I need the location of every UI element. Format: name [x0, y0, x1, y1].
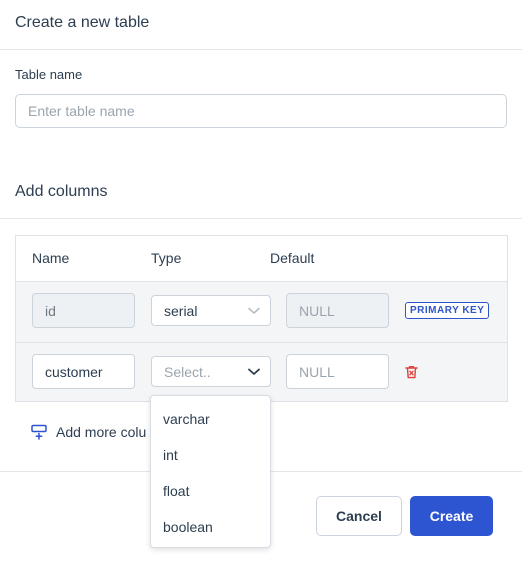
primary-key-badge: PRIMARY KEY [405, 302, 490, 319]
column-default-field: NULL [286, 293, 389, 328]
chevron-down-icon [248, 368, 260, 375]
delete-column-button[interactable] [405, 365, 418, 384]
column-type-select: serial [151, 295, 271, 326]
add-columns-title: Add columns [15, 183, 108, 200]
column-name-field[interactable]: customer [32, 354, 135, 389]
create-button[interactable]: Create [410, 496, 493, 536]
dropdown-option-boolean[interactable]: boolean [151, 509, 270, 545]
column-header-default: Default [270, 250, 315, 266]
dropdown-option-int[interactable]: int [151, 437, 270, 473]
column-default-field[interactable]: NULL [286, 354, 389, 389]
dropdown-option-float[interactable]: float [151, 473, 270, 509]
type-dropdown-menu: varchar int float boolean [150, 395, 271, 548]
dialog-title: Create a new table [15, 14, 150, 31]
column-header-name: Name [32, 250, 70, 266]
columns-grid-header [16, 236, 507, 282]
columns-grid: Name Type Default id serial NULL PRIMARY… [15, 235, 508, 402]
add-row-icon [31, 424, 47, 440]
column-header-type: Type [151, 250, 182, 266]
table-name-input[interactable] [15, 94, 507, 128]
add-more-columns-button[interactable]: Add more colu [31, 424, 146, 440]
header-divider [0, 49, 522, 50]
column-name-field: id [32, 293, 135, 328]
row-divider [16, 342, 507, 343]
trash-icon [405, 365, 418, 379]
column-type-select[interactable]: Select.. [151, 356, 271, 387]
section-divider [0, 218, 522, 219]
column-type-value: serial [164, 302, 198, 319]
chevron-down-icon [248, 307, 260, 314]
table-name-label: Table name [15, 67, 83, 82]
add-more-columns-label: Add more colu [56, 424, 147, 440]
dropdown-option-varchar[interactable]: varchar [151, 401, 270, 437]
cancel-button[interactable]: Cancel [316, 496, 402, 536]
column-type-placeholder: Select.. [164, 363, 211, 380]
